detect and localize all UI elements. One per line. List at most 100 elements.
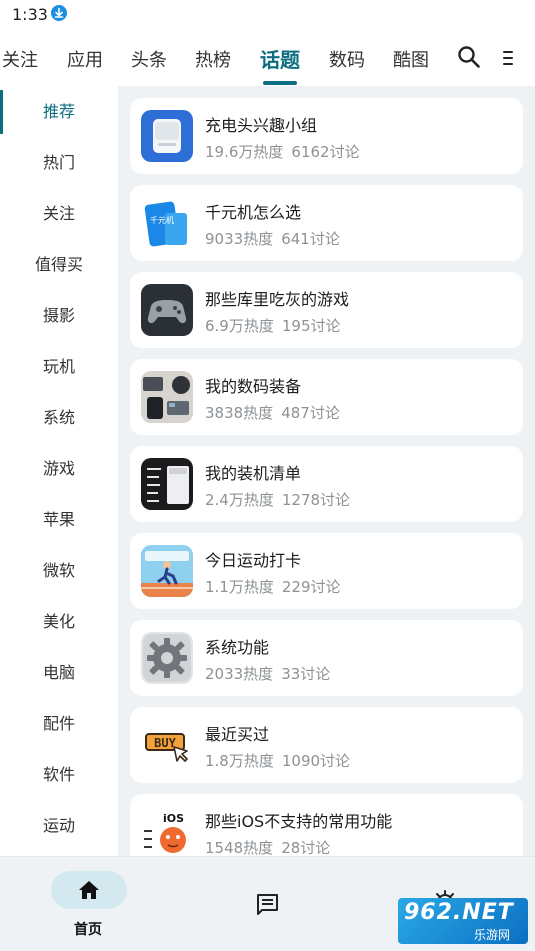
topic-card[interactable]: 那些库里吃灰的游戏 6.9万热度 195讨论 bbox=[130, 272, 523, 348]
discussion-count: 229讨论 bbox=[281, 578, 341, 596]
status-time: 1:33 bbox=[12, 5, 48, 24]
category-sidebar: 推荐 热门 关注 值得买 摄影 玩机 系统 游戏 苹果 微软 美化 电脑 配件 … bbox=[0, 86, 118, 856]
sidebar-item-computer[interactable]: 电脑 bbox=[0, 651, 118, 695]
gamepad-thumbnail bbox=[141, 284, 193, 336]
sidebar-item-label: 电脑 bbox=[42, 663, 75, 682]
topic-card[interactable]: 我的装机清单 2.4万热度 1278讨论 bbox=[130, 446, 523, 522]
tab-follow[interactable]: 关注 bbox=[2, 46, 38, 72]
settings-thumbnail bbox=[141, 632, 193, 684]
discussion-count: 6162讨论 bbox=[291, 143, 360, 161]
tab-topics[interactable]: 话题 bbox=[260, 44, 300, 73]
topic-card[interactable]: iOS 那些iOS不支持的常用功能 1548热度 28讨论 bbox=[130, 794, 523, 856]
sidebar-item-photography[interactable]: 摄影 bbox=[0, 294, 118, 338]
sidebar-item-label: 微软 bbox=[42, 561, 75, 580]
site-watermark-logo: 962.NET 乐游网 bbox=[398, 898, 528, 944]
thumbnail-label: 千元机 bbox=[150, 215, 174, 225]
charger-thumbnail bbox=[141, 110, 193, 162]
topic-card[interactable]: 今日运动打卡 1.1万热度 229讨论 bbox=[130, 533, 523, 609]
topic-title: 今日运动打卡 bbox=[205, 551, 302, 570]
sidebar-item-sports[interactable]: 运动 bbox=[0, 804, 118, 848]
tab-hot-list[interactable]: 热榜 bbox=[195, 46, 231, 72]
home-label[interactable]: 首页 bbox=[74, 919, 102, 939]
topic-title: 千元机怎么选 bbox=[205, 203, 302, 222]
sidebar-item-label: 配件 bbox=[42, 714, 75, 733]
topic-card[interactable]: 充电头兴趣小组 19.6万热度 6162讨论 bbox=[130, 98, 523, 174]
topic-title: 那些iOS不支持的常用功能 bbox=[205, 812, 393, 831]
sidebar-item-label: 值得买 bbox=[34, 255, 83, 274]
sidebar-item-system[interactable]: 系统 bbox=[0, 396, 118, 440]
sidebar-item-label: 游戏 bbox=[42, 459, 75, 478]
topic-card[interactable]: BUY 最近买过 1.8万热度 1090讨论 bbox=[130, 707, 523, 783]
menu-icon[interactable] bbox=[500, 48, 516, 68]
topic-card[interactable]: 系统功能 2033热度 33讨论 bbox=[130, 620, 523, 696]
tab-apps[interactable]: 应用 bbox=[67, 46, 103, 72]
topic-meta: 1548热度 28讨论 bbox=[205, 837, 330, 856]
sidebar-item-theming[interactable]: 美化 bbox=[0, 600, 118, 644]
sidebar-item-label: 玩机 bbox=[42, 357, 75, 376]
phone-thumbnail: 千元机 bbox=[141, 197, 193, 249]
sidebar-item-hot[interactable]: 热门 bbox=[0, 141, 118, 185]
discussion-count: 28讨论 bbox=[281, 839, 331, 856]
sidebar-active-indicator bbox=[0, 90, 3, 134]
heat-count: 9033热度 bbox=[205, 230, 274, 248]
thumbnail-label: iOS bbox=[163, 812, 184, 825]
topic-title: 我的数码装备 bbox=[205, 377, 302, 396]
topic-title: 我的装机清单 bbox=[205, 464, 302, 483]
watermark-subtext: 乐游网 bbox=[474, 928, 511, 942]
search-icon[interactable] bbox=[456, 44, 482, 70]
discussion-count: 1278讨论 bbox=[281, 491, 351, 509]
tab-digital[interactable]: 数码 bbox=[329, 46, 365, 72]
sidebar-item-worth-buying[interactable]: 值得买 bbox=[0, 243, 118, 287]
tab-headlines[interactable]: 头条 bbox=[131, 46, 167, 72]
sidebar-item-phone-tinkering[interactable]: 玩机 bbox=[0, 345, 118, 389]
tab-cool-images[interactable]: 酷图 bbox=[393, 46, 429, 72]
sidebar-item-games[interactable]: 游戏 bbox=[0, 447, 118, 491]
topic-card[interactable]: 我的数码装备 3838热度 487讨论 bbox=[130, 359, 523, 435]
heat-count: 1.8万热度 bbox=[205, 752, 274, 770]
buy-thumbnail: BUY bbox=[141, 719, 193, 771]
sidebar-item-label: 苹果 bbox=[42, 510, 75, 529]
topic-card[interactable]: 千元机 千元机怎么选 9033热度 641讨论 bbox=[130, 185, 523, 261]
topic-meta: 2033热度 33讨论 bbox=[205, 663, 330, 684]
topic-title: 系统功能 bbox=[205, 638, 270, 657]
thumbnail-label: BUY bbox=[154, 736, 176, 750]
topic-meta: 6.9万热度 195讨论 bbox=[205, 315, 341, 336]
topic-meta: 9033热度 641讨论 bbox=[205, 228, 340, 249]
top-tab-bar: 关注 应用 头条 热榜 话题 数码 酷图 bbox=[0, 30, 535, 86]
sidebar-item-apple[interactable]: 苹果 bbox=[0, 498, 118, 542]
topic-meta: 2.4万热度 1278讨论 bbox=[205, 489, 350, 510]
status-bar: 1:33 bbox=[0, 0, 535, 30]
heat-count: 6.9万热度 bbox=[205, 317, 274, 335]
sidebar-item-microsoft[interactable]: 微软 bbox=[0, 549, 118, 593]
heat-count: 3838热度 bbox=[205, 404, 274, 422]
topic-title: 最近买过 bbox=[205, 725, 270, 744]
active-tab-indicator bbox=[263, 81, 297, 85]
topic-meta: 3838热度 487讨论 bbox=[205, 402, 340, 423]
gear-desk-thumbnail bbox=[141, 371, 193, 423]
topic-meta: 1.8万热度 1090讨论 bbox=[205, 750, 350, 771]
topic-list: 充电头兴趣小组 19.6万热度 6162讨论 千元机 千元机怎么选 9033热度 6… bbox=[118, 86, 535, 856]
discussion-count: 195讨论 bbox=[281, 317, 341, 335]
topic-title: 充电头兴趣小组 bbox=[205, 116, 318, 135]
ios-thumbnail: iOS bbox=[141, 806, 193, 856]
topic-meta: 1.1万热度 229讨论 bbox=[205, 576, 341, 597]
discussion-count: 487讨论 bbox=[281, 404, 340, 422]
sidebar-item-label: 美化 bbox=[42, 612, 75, 631]
topic-title: 那些库里吃灰的游戏 bbox=[205, 290, 350, 309]
sidebar-item-software[interactable]: 软件 bbox=[0, 753, 118, 797]
home-icon[interactable] bbox=[77, 879, 101, 901]
sidebar-item-label: 摄影 bbox=[42, 306, 75, 325]
message-icon[interactable] bbox=[255, 892, 280, 917]
download-icon bbox=[51, 5, 67, 21]
discussion-count: 33讨论 bbox=[281, 665, 331, 683]
discussion-count: 641讨论 bbox=[281, 230, 340, 248]
discussion-count: 1090讨论 bbox=[281, 752, 351, 770]
pc-case-thumbnail bbox=[141, 458, 193, 510]
sidebar-item-recommended[interactable]: 推荐 bbox=[0, 90, 118, 134]
sidebar-item-following[interactable]: 关注 bbox=[0, 192, 118, 236]
sidebar-item-accessories[interactable]: 配件 bbox=[0, 702, 118, 746]
sidebar-item-label: 热门 bbox=[42, 153, 75, 172]
heat-count: 2033热度 bbox=[205, 665, 274, 683]
heat-count: 1.1万热度 bbox=[205, 578, 274, 596]
sidebar-item-label: 关注 bbox=[42, 204, 75, 223]
